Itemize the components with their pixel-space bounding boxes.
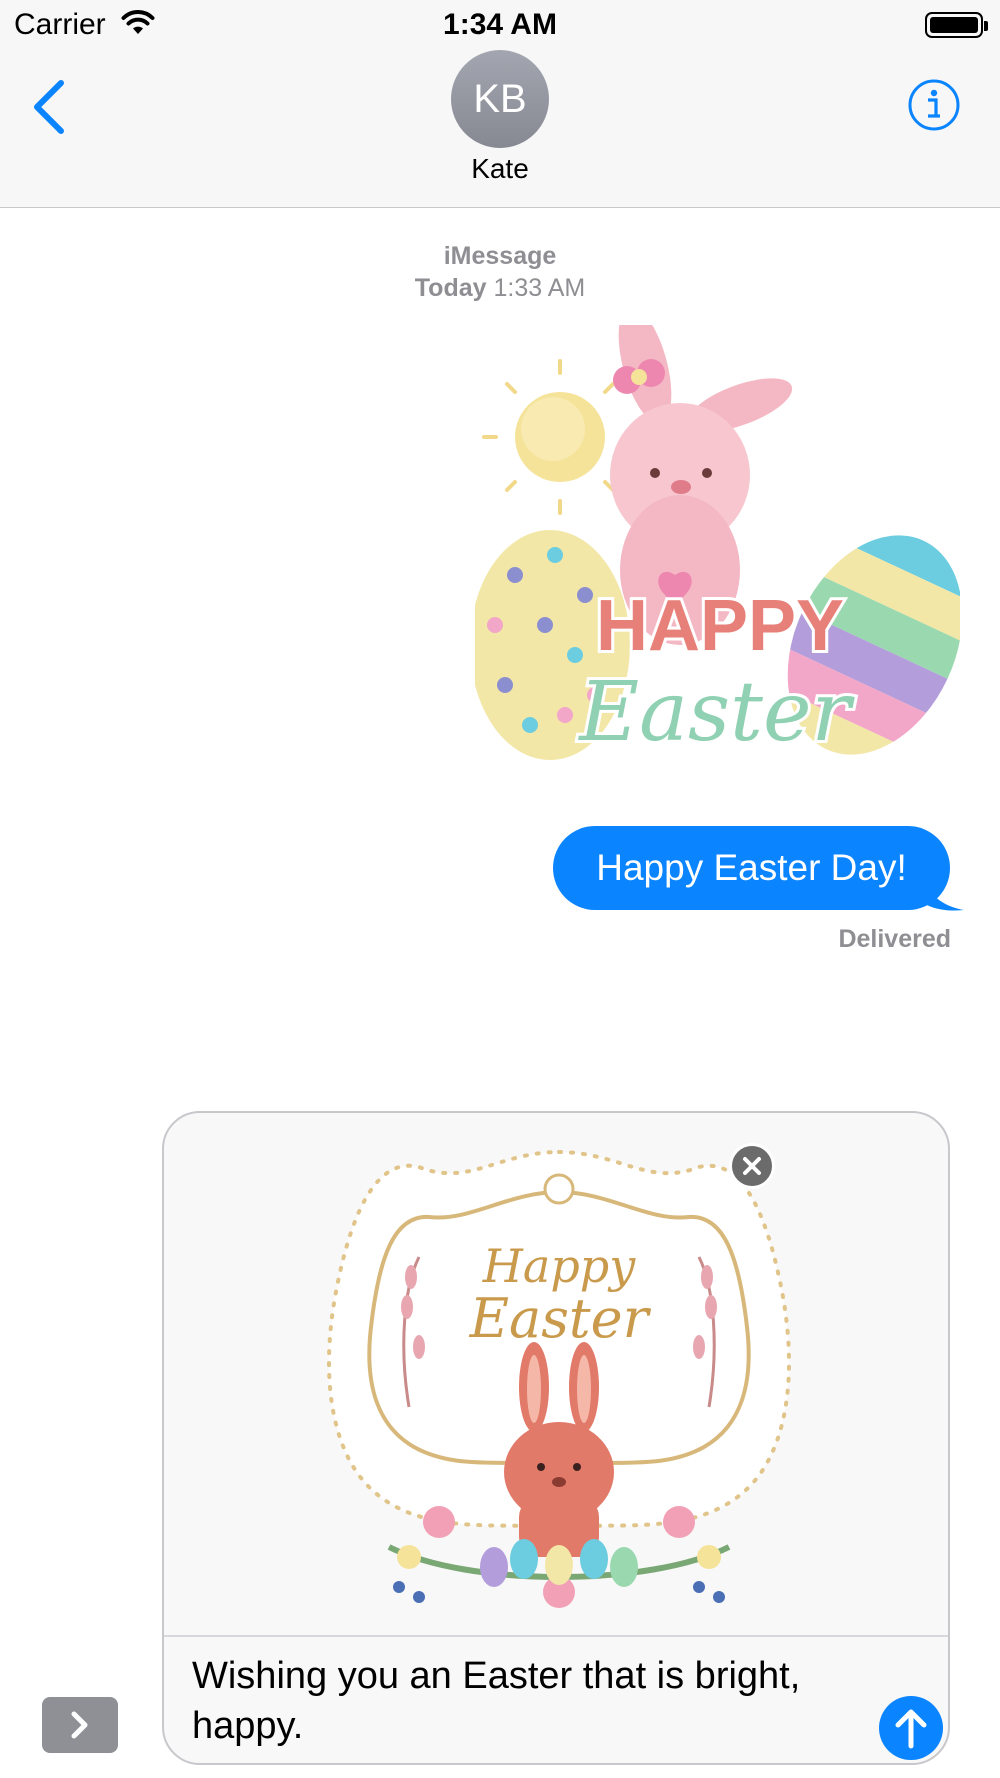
attached-sticker: Happy Easter (327, 1149, 791, 1608)
time-label: 1:33 AM (493, 274, 586, 302)
conversation-timestamp: iMessage Today 1:33 AM (0, 240, 1000, 304)
attached-sticker-line1: Happy (482, 1239, 636, 1293)
send-button[interactable] (879, 1696, 943, 1760)
sticker-title: HAPPY (596, 586, 844, 666)
sticker-subtitle: Easter (577, 665, 855, 760)
app-drawer-toggle-button[interactable] (42, 1697, 118, 1753)
info-icon[interactable] (907, 78, 961, 132)
day-label: Today (414, 274, 487, 302)
battery-icon (925, 12, 988, 38)
avatar[interactable]: KB (451, 50, 549, 148)
clock: 1:34 AM (443, 8, 557, 41)
compose-divider (164, 1635, 948, 1637)
back-chevron-icon[interactable] (25, 77, 75, 137)
compose-field[interactable]: Happy Easter Wishing you an Easter that … (162, 1111, 950, 1765)
sent-message-bubble[interactable]: Happy Easter Day! (553, 826, 950, 910)
service-label: iMessage (443, 242, 557, 270)
conversation-header: KB Kate (0, 50, 1000, 208)
bubble-tail (920, 870, 964, 911)
remove-attachment-button[interactable] (729, 1143, 775, 1189)
message-input[interactable]: Wishing you an Easter that is bright, ha… (192, 1651, 832, 1751)
close-icon (743, 1157, 761, 1175)
contact-name[interactable]: Kate (0, 153, 1000, 185)
chevron-right-icon (71, 1711, 88, 1739)
easter-bunny-sticker[interactable]: HAPPY Easter (475, 325, 960, 820)
status-bar: Carrier 1:34 AM (0, 0, 1000, 50)
send-arrow-icon (895, 1709, 927, 1749)
attached-sticker-line2: Easter (469, 1287, 652, 1350)
delivery-status: Delivered (838, 925, 951, 953)
